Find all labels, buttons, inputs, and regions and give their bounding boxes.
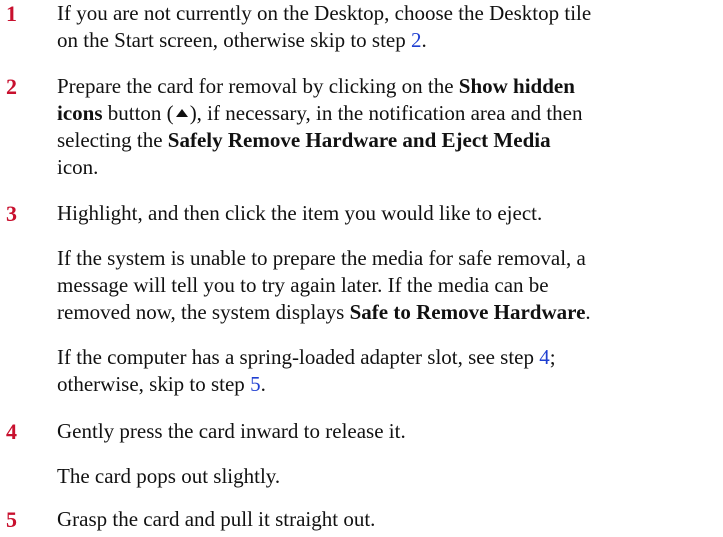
text-span: on the Start screen, otherwise skip to s… <box>57 28 412 52</box>
text-line: If the computer has a spring-loaded adap… <box>57 344 723 371</box>
text-span: ), if necessary, in the notification are… <box>189 101 583 125</box>
step-2-link[interactable]: 2 <box>411 28 422 52</box>
text-span: Prepare the card for removal by clicking… <box>57 74 459 98</box>
step-3-branch: If the computer has a spring-loaded adap… <box>0 344 723 398</box>
step-text: Gently press the card inward to release … <box>57 418 723 445</box>
step-text: Grasp the card and pull it straight out. <box>57 506 723 533</box>
text-span: . <box>585 300 591 324</box>
step-3-note: If the system is unable to prepare the m… <box>0 245 723 326</box>
step-text: If the system is unable to prepare the m… <box>57 245 723 326</box>
text-line: removed now, the system displays Safe to… <box>57 299 723 326</box>
text-line: otherwise, skip to step 5. <box>57 371 723 398</box>
ui-term: icons <box>57 101 103 125</box>
text-line: selecting the Safely Remove Hardware and… <box>57 127 723 154</box>
ui-term: Safely Remove Hardware and Eject Media <box>167 128 551 152</box>
text-span: If the computer has a spring-loaded adap… <box>57 345 540 369</box>
step-5-link[interactable]: 5 <box>250 372 261 396</box>
step-number: 4 <box>6 419 17 444</box>
ui-term: Safe to Remove Hardware <box>349 300 586 324</box>
step-2: 2 Prepare the card for removal by clicki… <box>0 73 723 181</box>
text-span: button ( <box>102 101 174 125</box>
step-4-link[interactable]: 4 <box>539 345 550 369</box>
step-number: 5 <box>6 507 17 532</box>
text-span: otherwise, skip to step <box>57 372 251 396</box>
step-text: If you are not currently on the Desktop,… <box>57 0 723 54</box>
text-line: icon. <box>57 155 99 179</box>
text-line: icons button ( ), if necessary, in the no… <box>57 100 723 127</box>
step-text: Prepare the card for removal by clicking… <box>57 73 723 181</box>
step-text: If the computer has a spring-loaded adap… <box>57 344 723 398</box>
text-span: removed now, the system displays <box>57 300 350 324</box>
text-span: selecting the <box>57 128 168 152</box>
text-line: Gently press the card inward to release … <box>57 419 406 443</box>
text-line: If you are not currently on the Desktop,… <box>57 1 592 25</box>
text-line: Highlight, and then click the item you w… <box>57 201 543 225</box>
step-1: 1 If you are not currently on the Deskto… <box>0 0 723 54</box>
text-line: Prepare the card for removal by clicking… <box>57 73 723 100</box>
text-line: The card pops out slightly. <box>57 464 281 488</box>
text-line: Grasp the card and pull it straight out. <box>57 507 376 531</box>
step-text: The card pops out slightly. <box>57 463 723 490</box>
step-text: Highlight, and then click the item you w… <box>57 200 723 227</box>
step-4: 4 Gently press the card inward to releas… <box>0 418 723 445</box>
text-line: on the Start screen, otherwise skip to s… <box>57 27 723 54</box>
triangle-up-icon <box>175 109 188 117</box>
step-number: 3 <box>6 201 17 226</box>
text-span: ; <box>549 345 556 369</box>
text-line: If the system is unable to prepare the m… <box>57 246 586 270</box>
ui-term: Show hidden <box>458 74 575 98</box>
step-3: 3 Highlight, and then click the item you… <box>0 200 723 227</box>
step-5: 5 Grasp the card and pull it straight ou… <box>0 506 723 533</box>
step-number: 2 <box>6 74 17 99</box>
step-4-result: The card pops out slightly. <box>0 463 723 490</box>
text-span: . <box>260 372 266 396</box>
text-span: . <box>421 28 427 52</box>
text-line: message will tell you to try again later… <box>57 273 549 297</box>
step-number: 1 <box>6 1 17 26</box>
